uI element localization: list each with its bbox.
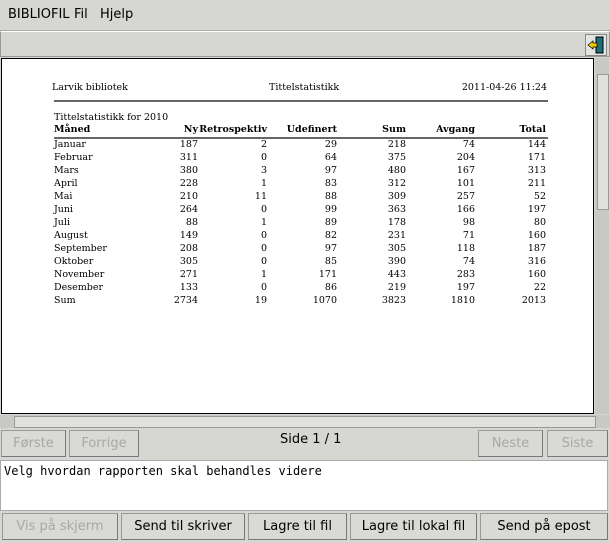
header-divider <box>54 100 548 102</box>
table-cell: 80 <box>533 217 546 228</box>
table-cell: September <box>54 243 107 254</box>
table-cell: 316 <box>527 256 546 267</box>
column-header: Måned <box>54 124 91 135</box>
show-on-screen-button[interactable]: Vis på skjerm <box>2 513 118 540</box>
report-timestamp: 2011-04-26 11:24 <box>461 82 547 93</box>
table-row: April 228 1 83 312 101 211 <box>2 178 602 191</box>
table-row: Desember 133 0 86 219 197 22 <box>2 282 602 295</box>
table-row: Januar 187 2 29 218 74 144 <box>2 139 602 152</box>
send-by-email-button[interactable]: Send på epost <box>480 513 608 540</box>
menu-bibliofil[interactable]: BIBLIOFIL <box>8 7 70 22</box>
table-cell: Januar <box>54 139 86 150</box>
table-cell: Februar <box>54 152 93 163</box>
table-row: Juni 264 0 99 363 166 197 <box>2 204 602 217</box>
table-row: Juli 88 1 89 178 98 80 <box>2 217 602 230</box>
page-indicator: Side 1 / 1 <box>280 432 342 447</box>
previous-page-button[interactable]: Forrige <box>69 430 139 457</box>
table-cell: Juli <box>54 217 71 228</box>
table-row: Sum 2734 19 1070 3823 1810 2013 <box>2 295 602 308</box>
report-title: Tittelstatistikk <box>269 82 340 93</box>
table-cell: Oktober <box>54 256 94 267</box>
first-page-button[interactable]: Første <box>1 430 66 457</box>
table-cell: Sum <box>54 295 76 306</box>
table-cell: 313 <box>527 165 546 176</box>
horizontal-scrollbar[interactable] <box>0 415 610 428</box>
horizontal-scroll-thumb[interactable] <box>14 416 596 428</box>
exit-door-icon <box>587 36 604 54</box>
table-cell: 160 <box>527 269 546 280</box>
table-header-row: Måned Ny Retrospektiv Udefinert Sum Avgang Tot… <box>2 124 602 137</box>
table-cell: Desember <box>54 282 103 293</box>
table-cell: 52 <box>533 191 546 202</box>
menu-bar: BIBLIOFIL Fil Hjelp <box>0 0 610 31</box>
table-row: November 271 1 171 443 283 160 <box>2 269 602 282</box>
exit-button[interactable] <box>585 34 607 56</box>
table-cell: Mai <box>54 191 73 202</box>
save-to-local-file-button[interactable]: Lagre til lokal fil <box>350 513 477 540</box>
table-cell: April <box>54 178 78 189</box>
table-cell: 171 <box>527 152 546 163</box>
table-cell: 211 <box>527 178 546 189</box>
table-row: Oktober 305 0 85 390 74 316 <box>2 256 602 269</box>
report-subtitle: Tittelstatistikk for 2010 <box>54 112 169 123</box>
menu-fil[interactable]: Fil <box>74 7 88 22</box>
save-to-file-button[interactable]: Lagre til fil <box>248 513 347 540</box>
message-area: Velg hvordan rapporten skal behandles vi… <box>0 460 608 511</box>
menu-hjelp[interactable]: Hjelp <box>100 7 133 22</box>
vertical-scroll-thumb[interactable] <box>597 74 609 210</box>
toolbar <box>0 31 610 57</box>
last-page-button[interactable]: Siste <box>547 430 608 457</box>
column-header: Total <box>519 124 546 135</box>
table-cell: Juni <box>54 204 74 215</box>
table-row: Februar 311 0 64 375 204 171 <box>2 152 602 165</box>
table-cell: 197 <box>527 204 546 215</box>
table-cell: Mars <box>54 165 79 176</box>
table-cell: 187 <box>527 243 546 254</box>
report-library: Larvik bibliotek <box>52 82 128 93</box>
table-cell: 2013 <box>521 295 546 306</box>
table-row: September 208 0 97 305 118 187 <box>2 243 602 256</box>
table-row: Mars 380 3 97 480 167 313 <box>2 165 602 178</box>
table-cell: 160 <box>527 230 546 241</box>
table-cell: November <box>54 269 105 280</box>
table-row: August 149 0 82 231 71 160 <box>2 230 602 243</box>
table-cell: August <box>54 230 88 241</box>
table-cell: 144 <box>527 139 546 150</box>
send-to-printer-button[interactable]: Send til skriver <box>121 513 245 540</box>
table-row: Mai 210 11 88 309 257 52 <box>2 191 602 204</box>
table-cell: 22 <box>533 282 546 293</box>
next-page-button[interactable]: Neste <box>478 430 543 457</box>
report-preview: Larvik bibliotek Tittelstatistikk 2011-0… <box>1 58 594 414</box>
